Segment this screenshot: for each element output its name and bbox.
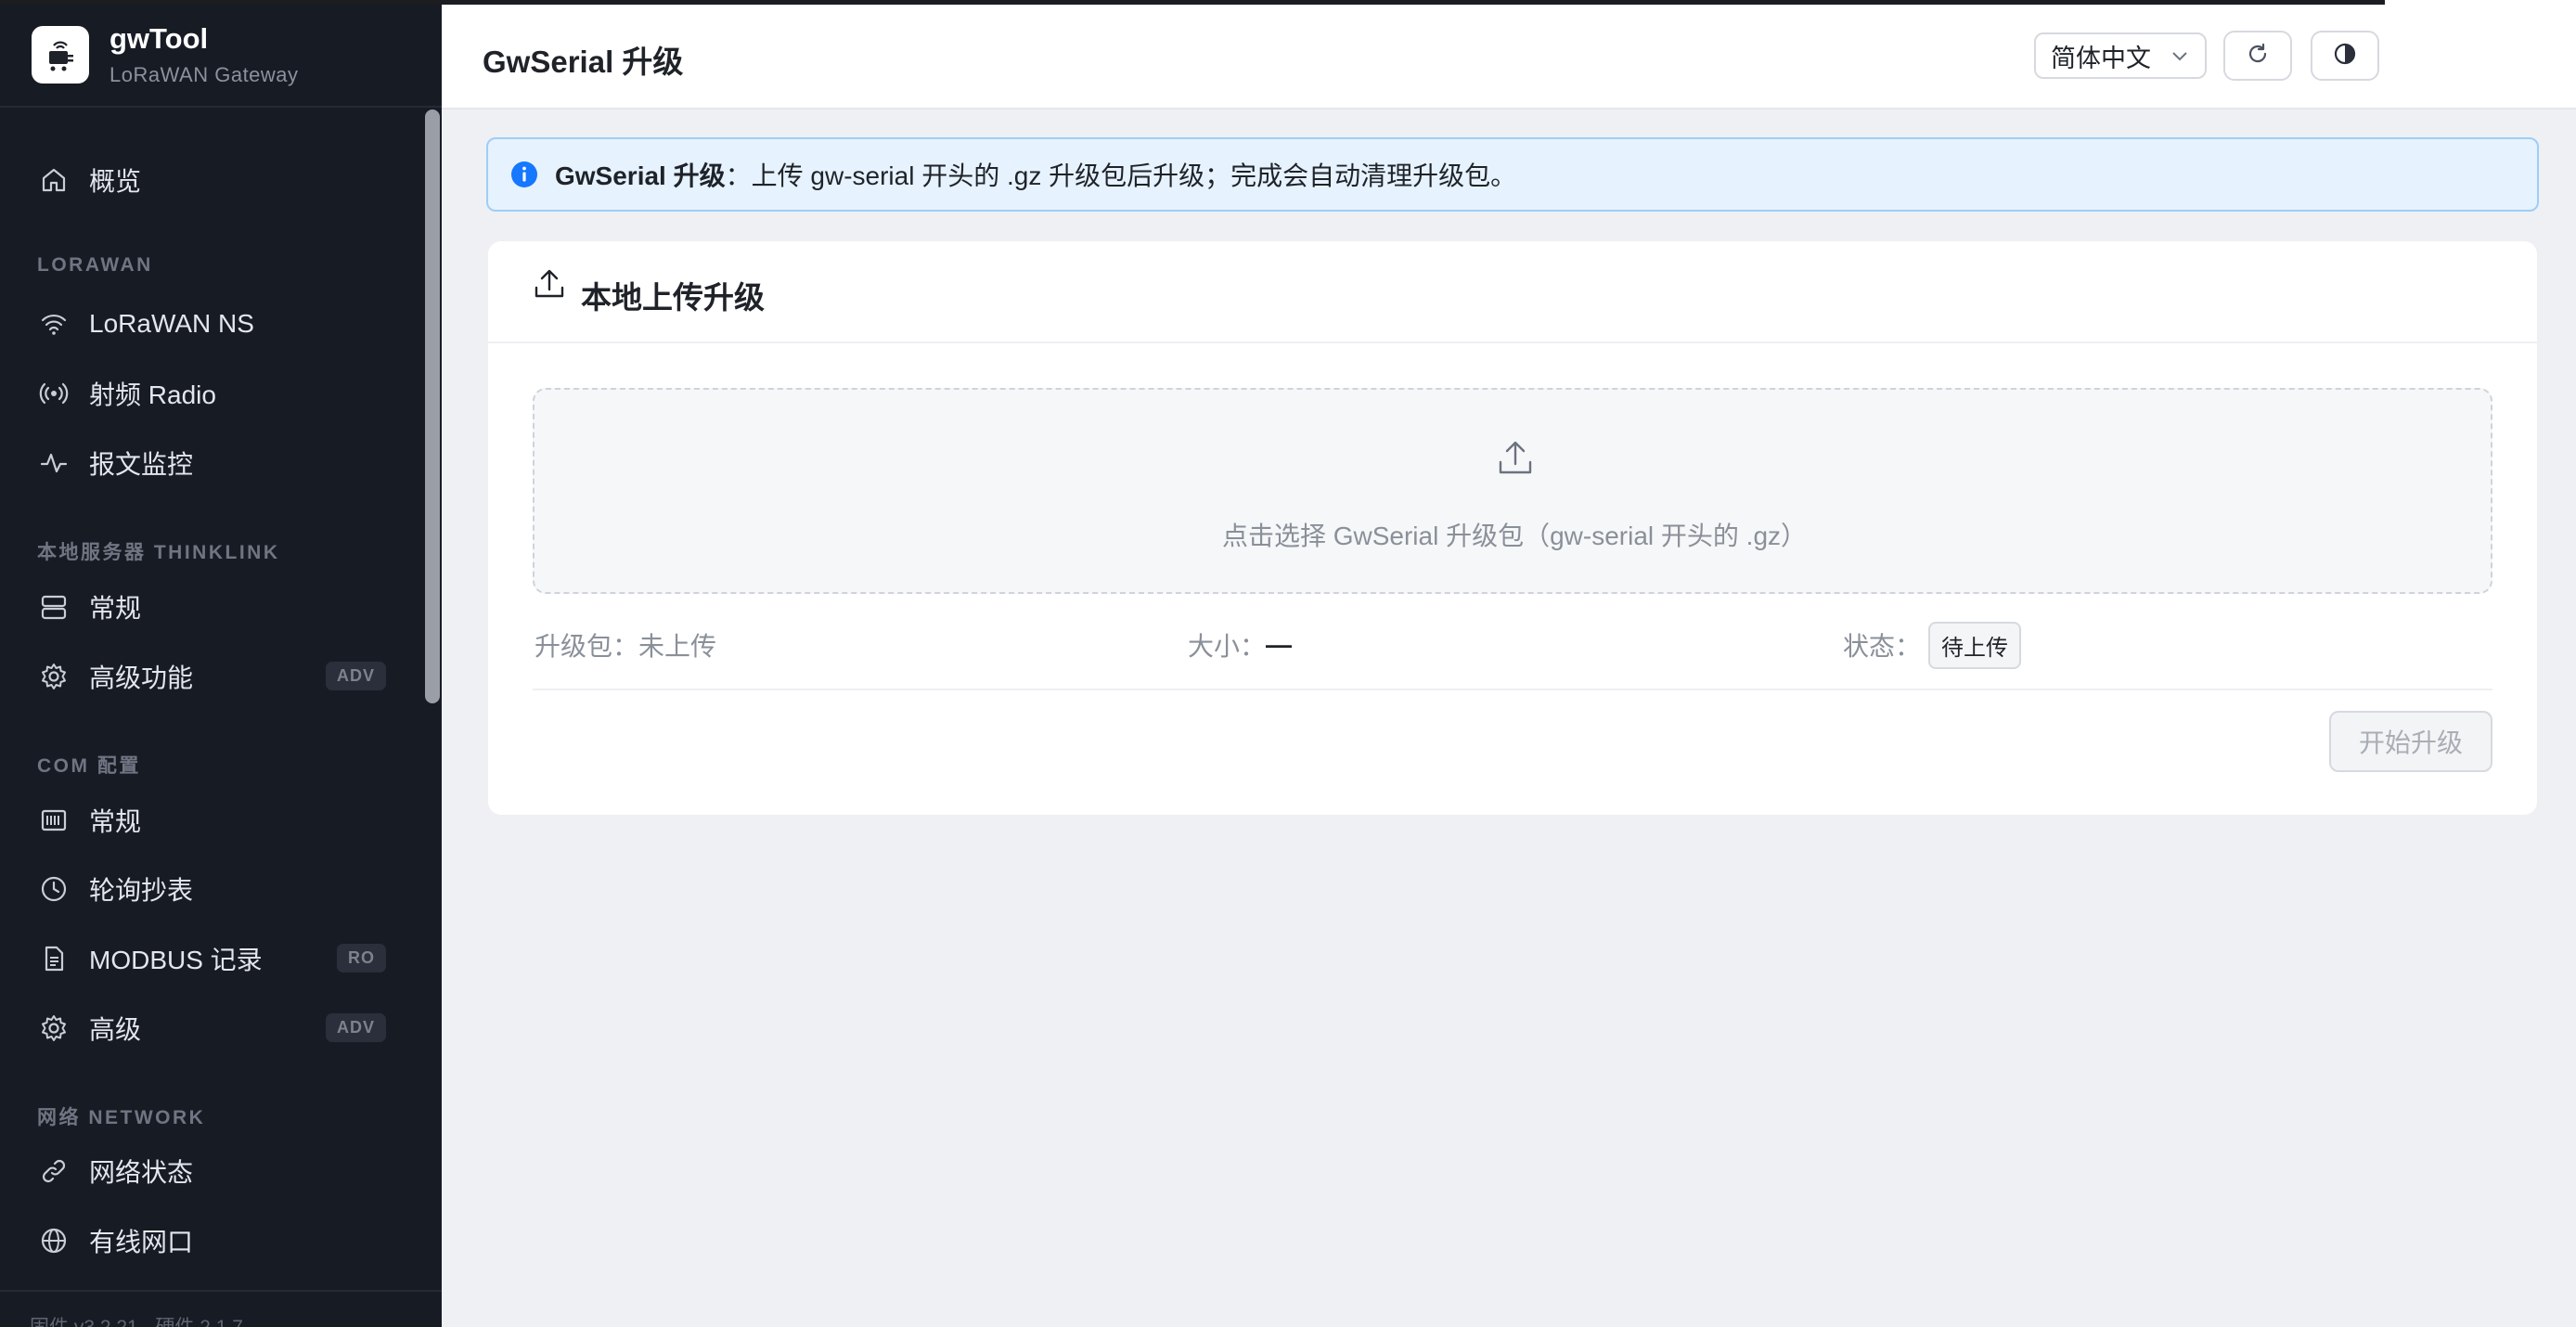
radio-icon [37,377,71,410]
wifi-icon [37,307,71,341]
sidebar-item-com-general[interactable]: 常规 [37,793,408,847]
home-icon [37,163,71,197]
globe-icon [37,1224,71,1257]
sidebar-item-label: 高级 [89,1015,142,1044]
language-select[interactable]: 简体中文 [2034,32,2207,79]
divider [533,689,2492,690]
brand: gwTool LoRaWAN Gateway [0,0,442,108]
clock-icon [37,872,71,906]
sidebar-item-lorawan-ns[interactable]: LoRaWAN NS [37,297,408,351]
status-badge: 待上传 [1928,621,2022,669]
section-network: 网络 NETWORK [37,1107,206,1128]
refresh-button[interactable] [2223,31,2292,81]
section-com: COM 配置 [37,755,141,777]
sidebar-item-label: 射频 Radio [89,380,216,409]
sidebar-item-label: 有线网口 [89,1228,194,1256]
activity-icon [37,446,71,480]
sidebar-item-label: LoRaWAN NS [89,309,254,338]
sidebar-item-thinklink-general[interactable]: 常规 [37,580,408,634]
refresh-icon [2245,41,2271,71]
sidebar-item-advanced-features[interactable]: 高级功能 ADV [37,650,408,703]
status-label: 状态： [1843,632,1922,661]
sidebar-item-label: 常规 [89,807,142,836]
brand-name: gwTool [109,22,209,55]
upload-icon [1496,438,1535,482]
size-label: 大小： [1188,632,1267,661]
version-info: 固件 v3.2.21 · 硬件 2.1.7 [30,1312,243,1327]
adv-badge: ADV [325,662,386,690]
sidebar-item-label: 网络状态 [89,1158,194,1187]
sidebar-item-modbus-log[interactable]: MODBUS 记录 RO [37,932,408,986]
start-upgrade-button[interactable]: 开始升级 [2329,711,2492,772]
sidebar-item-packet-monitor[interactable]: 报文监控 [37,436,408,490]
barcode-icon [37,804,71,837]
brand-subtitle: LoRaWAN Gateway [109,63,299,86]
gateway-logo-icon [32,26,89,84]
section-thinklink: 本地服务器 THINKLINK [37,542,280,563]
alert-text: ：上传 gw-serial 开头的 .gz 升级包后升级；完成会自动清理升级包。 [725,161,1517,190]
sidebar-item-label: 报文监控 [89,450,194,479]
sidebar-item-polling[interactable]: 轮询抄表 [37,862,408,916]
top-strip [0,0,2385,5]
contrast-icon [2332,41,2358,71]
language-value: 简体中文 [2051,44,2151,72]
card-header: 本地上传升级 [488,241,2537,343]
header: GwSerial 升级 简体中文 [442,0,2576,110]
link-icon [37,1154,71,1188]
package-info: 升级包： 未上传 [535,622,716,668]
sidebar: gwTool LoRaWAN Gateway 概览 LORAWAN LoRaWA… [0,0,442,1327]
chevron-down-icon [2170,45,2190,71]
sidebar-item-label: 常规 [89,594,142,623]
theme-toggle-button[interactable] [2311,31,2379,81]
gear-icon [37,660,71,693]
sidebar-item-com-advanced[interactable]: 高级 ADV [37,1001,408,1055]
sidebar-item-label: 高级功能 [89,664,194,692]
sidebar-scrollbar-thumb[interactable] [425,110,440,703]
info-icon [510,161,538,188]
ro-badge: RO [337,944,386,973]
info-alert: GwSerial 升级 ：上传 gw-serial 开头的 .gz 升级包后升级… [486,137,2539,212]
size-info: 大小： — [1188,622,1292,668]
sidebar-item-label: 概览 [89,167,142,196]
status-info: 状态： 待上传 [1843,621,2022,669]
card-title: 本地上传升级 [581,280,765,315]
sidebar-item-overview[interactable]: 概览 [37,153,408,207]
sidebar-item-network-status[interactable]: 网络状态 [37,1144,408,1198]
dropzone-text: 点击选择 GwSerial 升级包（gw-serial 开头的 .gz） [1221,522,1808,550]
size-value: — [1266,630,1293,659]
document-icon [37,942,71,975]
server-icon [37,590,71,624]
page-title: GwSerial 升级 [483,45,684,79]
sidebar-item-label: 轮询抄表 [89,876,194,905]
upload-dropzone[interactable]: 点击选择 GwSerial 升级包（gw-serial 开头的 .gz） [533,388,2492,594]
sidebar-item-radio[interactable]: 射频 Radio [37,367,408,420]
alert-title: GwSerial 升级 [555,161,726,190]
upload-icon [533,267,566,305]
package-value: 未上传 [638,632,717,661]
sidebar-item-label: MODBUS 记录 [89,946,263,974]
divider [0,1290,442,1292]
package-label: 升级包： [535,632,639,661]
adv-badge: ADV [325,1013,386,1042]
section-lorawan: LORAWAN [37,254,153,276]
sidebar-item-ethernet[interactable]: 有线网口 [37,1214,408,1268]
gear-icon [37,1011,71,1045]
upload-card: 本地上传升级 点击选择 GwSerial 升级包（gw-serial 开头的 .… [488,241,2537,815]
